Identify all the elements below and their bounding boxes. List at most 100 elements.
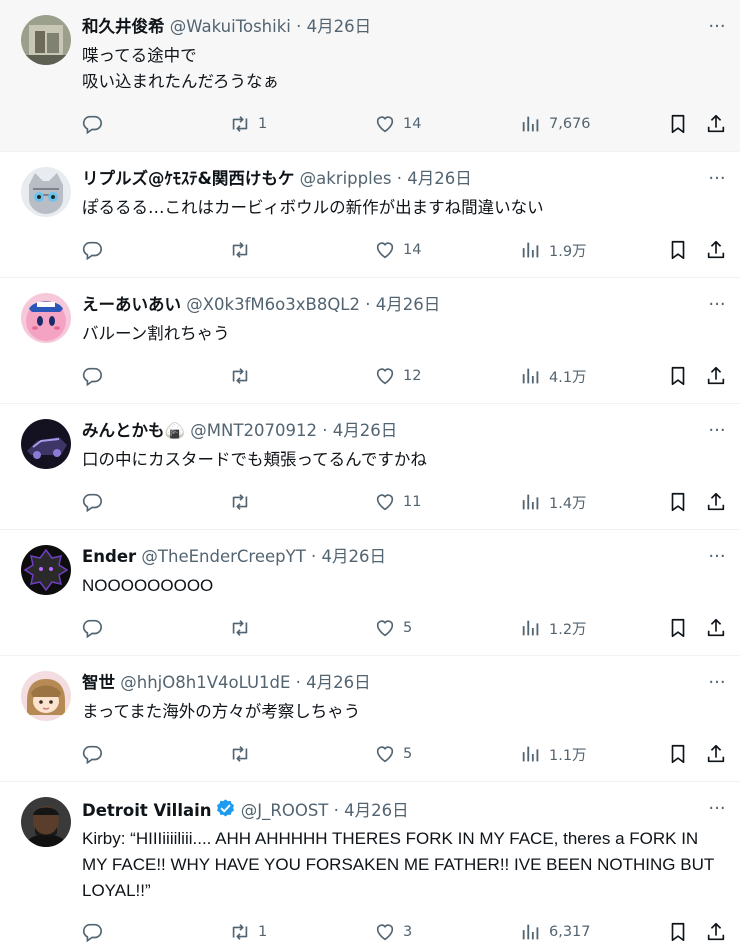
retweet-button[interactable] <box>229 742 258 766</box>
reply-button[interactable] <box>81 364 110 388</box>
tweet-date[interactable]: 4月26日 <box>306 673 371 692</box>
share-button[interactable] <box>705 490 727 514</box>
bookmark-button[interactable] <box>667 920 689 944</box>
tweet-date[interactable]: 4月26日 <box>322 547 387 566</box>
like-button[interactable]: 5 <box>374 742 412 766</box>
views-button[interactable]: 1.9万 <box>520 238 587 262</box>
display-name[interactable]: えーあいあい <box>82 295 181 314</box>
more-options-button[interactable]: ··· <box>706 170 728 194</box>
user-handle[interactable]: @akripples <box>300 169 392 188</box>
retweet-button[interactable] <box>229 490 258 514</box>
share-button[interactable] <box>705 112 727 136</box>
bookmark-button[interactable] <box>667 112 689 136</box>
reply-button[interactable] <box>81 920 110 944</box>
retweet-button[interactable]: 1 <box>229 112 267 136</box>
display-name[interactable]: リプルズ@ｹﾓｽﾃ&関西けもケ <box>82 169 294 188</box>
like-button[interactable]: 14 <box>374 238 421 262</box>
like-button[interactable]: 11 <box>374 490 421 514</box>
user-handle[interactable]: @TheEnderCreepYT <box>141 547 305 566</box>
display-name[interactable]: Ender <box>82 547 136 566</box>
retweet-icon <box>232 116 248 132</box>
avatar[interactable] <box>21 545 71 595</box>
share-button[interactable] <box>705 742 727 766</box>
tweet[interactable]: 智世 @hhjO8h1V4oLU1dE · 4月26日 ··· まってまた海外の… <box>0 656 740 782</box>
avatar[interactable] <box>21 15 71 65</box>
tweet[interactable]: みんとかも🍙 @MNT2070912 · 4月26日 ··· 口の中にカスタード… <box>0 404 740 530</box>
verified-badge-icon <box>216 799 234 817</box>
user-handle[interactable]: @WakuiToshiki <box>170 17 291 36</box>
more-options-button[interactable]: ··· <box>706 674 728 698</box>
reply-button[interactable] <box>81 616 110 640</box>
user-handle[interactable]: @MNT2070912 <box>190 421 317 440</box>
tweet-actions: 12 4.1万 <box>0 364 740 388</box>
display-name[interactable]: Detroit Villain <box>82 801 212 820</box>
bookmark-button[interactable] <box>667 364 689 388</box>
views-button[interactable]: 7,676 <box>520 112 591 136</box>
views-button[interactable]: 1.1万 <box>520 742 587 766</box>
display-name[interactable]: みんとかも🍙 <box>82 421 185 440</box>
tweet[interactable]: Detroit Villain @J_ROOST · 4月26日 ··· Kir… <box>0 782 740 948</box>
reply-button[interactable] <box>81 490 110 514</box>
reply-feed: 和久井俊希 @WakuiToshiki · 4月26日 ··· 喋ってる途中で … <box>0 0 740 948</box>
avatar[interactable] <box>21 167 71 217</box>
heart-icon <box>376 242 394 259</box>
views-icon <box>522 242 539 258</box>
share-button[interactable] <box>705 364 727 388</box>
display-name[interactable]: 智世 <box>82 673 115 692</box>
tweet-date[interactable]: 4月26日 <box>376 295 441 314</box>
tweet-date[interactable]: 4月26日 <box>344 801 409 820</box>
share-button[interactable] <box>705 238 727 262</box>
views-button[interactable]: 4.1万 <box>520 364 587 388</box>
retweet-button[interactable] <box>229 238 258 262</box>
bookmark-button[interactable] <box>667 490 689 514</box>
tweet-text: バルーン割れちゃう <box>82 321 728 347</box>
reply-button[interactable] <box>81 742 110 766</box>
like-button[interactable]: 3 <box>374 920 412 944</box>
share-icon <box>707 744 725 763</box>
more-options-button[interactable]: ··· <box>706 18 728 42</box>
avatar[interactable] <box>21 293 71 343</box>
more-options-button[interactable]: ··· <box>706 422 728 446</box>
tweet[interactable]: えーあいあい @X0k3fM6o3xB8QL2 · 4月26日 ··· バルーン… <box>0 278 740 404</box>
display-name[interactable]: 和久井俊希 <box>82 17 165 36</box>
user-handle[interactable]: @hhjO8h1V4oLU1dE <box>120 673 290 692</box>
reply-button[interactable] <box>81 112 110 136</box>
bookmark-button[interactable] <box>667 238 689 262</box>
more-options-button[interactable]: ··· <box>706 800 728 824</box>
tweet[interactable]: リプルズ@ｹﾓｽﾃ&関西けもケ @akripples · 4月26日 ··· ぽ… <box>0 152 740 278</box>
tweet-date[interactable]: 4月26日 <box>307 17 372 36</box>
avatar[interactable] <box>21 797 71 847</box>
like-button[interactable]: 5 <box>374 616 412 640</box>
tweet-date[interactable]: 4月26日 <box>407 169 472 188</box>
avatar[interactable] <box>21 419 71 469</box>
retweet-button[interactable] <box>229 364 258 388</box>
views-button[interactable]: 6,317 <box>520 920 591 944</box>
user-handle[interactable]: @J_ROOST <box>241 801 329 820</box>
share-button[interactable] <box>705 920 727 944</box>
views-button[interactable]: 1.2万 <box>520 616 587 640</box>
tweet-text: Kirby: “HIIIiiiiliii.... AHH AHHHHH THER… <box>82 826 728 904</box>
bookmark-button[interactable] <box>667 742 689 766</box>
tweet[interactable]: 和久井俊希 @WakuiToshiki · 4月26日 ··· 喋ってる途中で … <box>0 0 740 152</box>
bookmark-icon <box>671 618 685 638</box>
like-button[interactable]: 14 <box>374 112 421 136</box>
tweet[interactable]: Ender @TheEnderCreepYT · 4月26日 ··· NOOOO… <box>0 530 740 656</box>
views-button[interactable]: 1.4万 <box>520 490 587 514</box>
like-button[interactable]: 12 <box>374 364 421 388</box>
avatar[interactable] <box>21 671 71 721</box>
tweet-date[interactable]: 4月26日 <box>333 421 398 440</box>
retweet-button[interactable] <box>229 616 258 640</box>
user-handle[interactable]: @X0k3fM6o3xB8QL2 <box>186 295 360 314</box>
bookmark-button[interactable] <box>667 616 689 640</box>
tweet-text: 口の中にカスタードでも頬張ってるんですかね <box>82 447 728 473</box>
share-button[interactable] <box>705 616 727 640</box>
retweet-button[interactable]: 1 <box>229 920 267 944</box>
separator: · <box>333 801 339 820</box>
tweet-text: ぽるるる…これはカービィボウルの新作が出ますね間違いない <box>82 195 728 221</box>
more-options-button[interactable]: ··· <box>706 548 728 572</box>
like-count: 14 <box>403 116 422 132</box>
more-options-button[interactable]: ··· <box>706 296 728 320</box>
like-count: 12 <box>403 368 422 384</box>
reply-button[interactable] <box>81 238 110 262</box>
tweet-text-line: バルーン割れちゃう <box>82 324 230 343</box>
